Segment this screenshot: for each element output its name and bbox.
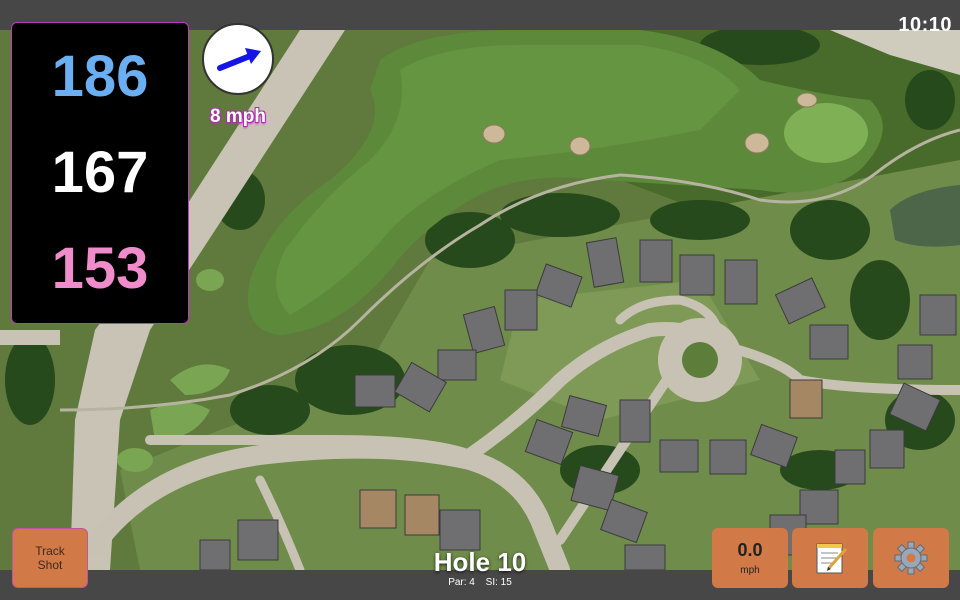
- wind-speed-label: 8 mph: [210, 106, 266, 127]
- track-shot-label-line2: Shot: [37, 558, 63, 572]
- wind-arrow-icon: [217, 48, 261, 71]
- wind-indicator[interactable]: [202, 23, 274, 95]
- notes-button[interactable]: [792, 528, 868, 588]
- speed-button[interactable]: 0.0 mph: [712, 528, 788, 588]
- speed-value: 0.0: [737, 540, 763, 560]
- hole-stroke-index: SI: 15: [485, 577, 512, 588]
- middle-distance: 167: [51, 140, 149, 205]
- hole-par: Par: 4: [448, 577, 475, 588]
- gear-icon: [894, 541, 928, 575]
- track-shot-label-line1: Track: [35, 544, 65, 558]
- notepad-icon: [816, 543, 847, 574]
- hole-info: Par: 4 SI: 15: [380, 577, 580, 588]
- front-distance: 153: [51, 236, 149, 301]
- clock: 10:10: [898, 14, 952, 36]
- hole-title: Hole 10: [433, 547, 527, 577]
- distance-panel: 186 167 153: [11, 22, 189, 324]
- track-shot-button[interactable]: Track Shot: [12, 528, 88, 588]
- settings-button[interactable]: [873, 528, 949, 588]
- back-distance: 186: [51, 44, 149, 109]
- speed-unit: mph: [740, 565, 760, 576]
